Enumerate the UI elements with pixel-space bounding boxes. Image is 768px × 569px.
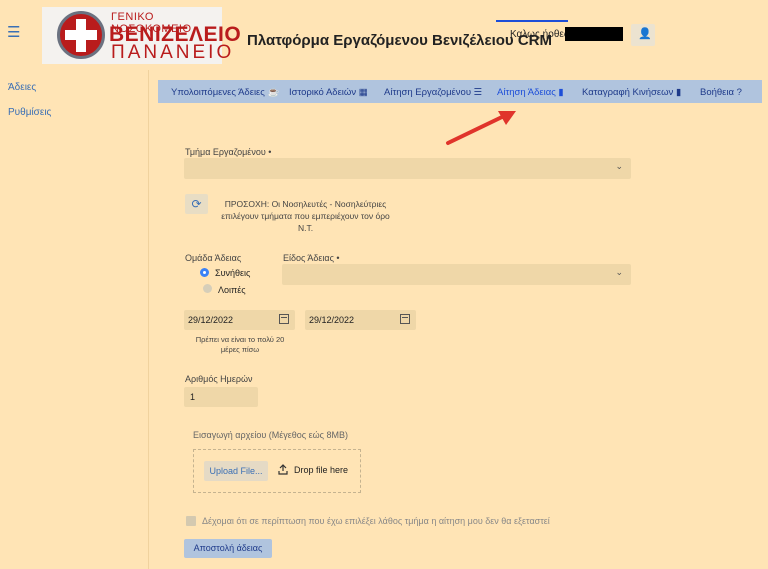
chevron-down-icon: ⌄ [615,161,623,171]
file-upload-label: Εισαγωγή αρχείου (Μέγεθος εώς 8MB) [193,430,349,440]
calendar-icon[interactable] [279,314,289,324]
tab-employee-request[interactable]: Αίτηση Εργαζομένου ☰ [384,87,482,98]
username-redacted [565,27,623,41]
sidebar: Άδειες Ρυθμίσεις [0,70,149,569]
drop-file-text: Drop file here [294,465,349,475]
logo-line-3: ΠΑΝΑΝΕΙΟ [111,42,235,63]
days-input[interactable]: 1 [184,387,258,407]
radio-usual[interactable] [200,268,209,277]
tab-activity-log[interactable]: Καταγραφή Κινήσεων ▮ [582,87,681,98]
date-to-value: 29/12/2022 [309,315,355,325]
user-icon: 👤 [638,28,652,40]
days-label: Αριθμός Ημερών [185,374,253,384]
leave-group-label: Ομάδα Άδειας [185,253,242,263]
radio-usual-label: Συνήθεις [215,268,251,278]
user-profile-button[interactable]: 👤 [631,24,655,46]
refresh-button[interactable]: ⟳ [185,194,208,214]
tab-leave-request[interactable]: Αίτηση Άδειας ▮ [497,87,564,98]
cross-emblem-icon [57,11,105,59]
hospital-logo: ΓΕΝΙΚΟ ΝΟΣΟΚΟΜΕΙΟ ΒΕΝΙΖΕΛΕΙΟ ΠΑΝΑΝΕΙΟ [42,7,241,64]
chevron-down-icon: ⌄ [615,267,623,277]
date-hint: Πρέπει να είναι το πολύ 20 μέρες πίσω [195,335,285,354]
nurse-warning-text: ΠΡΟΣΟΧΗ: Οι Νοσηλευτές - Νοσηλεύτριες επ… [221,199,390,233]
nav-tabs: Υπολοιπόμενες Άδειες ☕ Ιστορικό Αδειών ▦… [158,80,762,103]
submit-leave-button[interactable]: Αποστολή άδειας [184,539,272,558]
days-value: 1 [190,392,196,402]
app-title: Πλατφόρμα Εργαζόμενου Βενιζέλειου CRM [247,32,552,49]
department-select[interactable]: ⌄ [184,158,631,179]
radio-other[interactable] [203,284,212,293]
file-dropzone[interactable]: Upload File... Drop file here [193,449,361,493]
date-to-input[interactable]: 29/12/2022 [305,310,416,330]
welcome-text: Καλως ήρθες [510,29,569,40]
refresh-icon: ⟳ [191,197,202,211]
calendar-icon[interactable] [400,314,410,324]
department-label: Τμήμα Εργαζομένου • [185,147,272,157]
leave-type-select[interactable]: ⌄ [282,264,631,285]
date-from-input[interactable]: 29/12/2022 [184,310,295,330]
tab-remaining-leaves[interactable]: Υπολοιπόμενες Άδειες ☕ [171,87,279,98]
tab-help[interactable]: Βοήθεια ? [700,87,742,98]
annotation-arrow-icon [446,111,516,145]
active-tab-underline [496,20,568,22]
tab-leave-history[interactable]: Ιστορικό Αδειών ▦ [289,87,368,98]
header: ☰ ΓΕΝΙΚΟ ΝΟΣΟΚΟΜΕΙΟ ΒΕΝΙΖΕΛΕΙΟ ΠΑΝΑΝΕΙΟ … [0,0,768,70]
date-from-value: 29/12/2022 [188,315,234,325]
hamburger-menu-icon[interactable]: ☰ [7,25,20,40]
upload-file-button[interactable]: Upload File... [204,461,268,481]
leave-type-label: Είδος Άδειας • [283,253,340,263]
radio-other-label: Λοιπές [218,285,246,295]
consent-checkbox[interactable] [186,516,196,526]
upload-icon [278,464,288,475]
consent-text: Δέχομαι ότι σε περίπτωση που έχω επιλέξε… [202,516,550,526]
sidebar-item-leaves[interactable]: Άδειες [8,82,36,93]
sidebar-item-settings[interactable]: Ρυθμίσεις [8,107,51,118]
